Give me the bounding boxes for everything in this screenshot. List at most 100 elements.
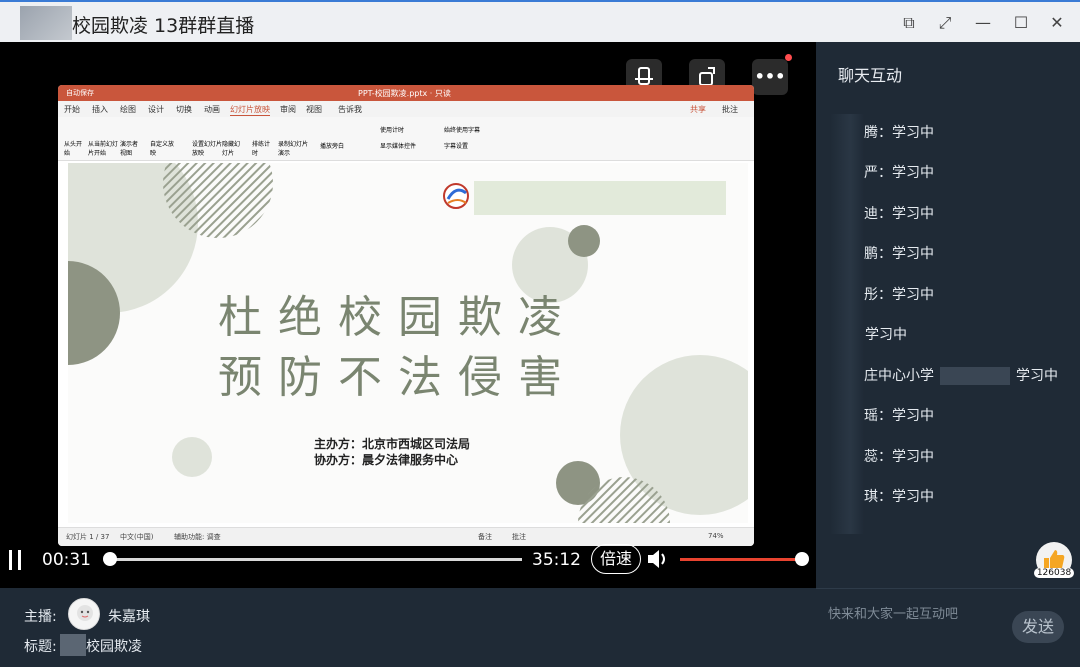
avatar[interactable] xyxy=(68,598,100,630)
status-access: 辅助功能: 调查 xyxy=(174,533,221,541)
chat-message: 学习中 xyxy=(865,327,907,343)
list-item: 腾：学习中 xyxy=(864,122,934,142)
pip-icon[interactable]: ⧉ xyxy=(898,12,920,34)
minimize-button[interactable]: — xyxy=(972,12,994,34)
ppt-tab: 设计 xyxy=(148,105,164,114)
volume-slider[interactable] xyxy=(680,558,802,561)
ppt-tab: 动画 xyxy=(204,105,220,114)
send-button[interactable]: 发送 xyxy=(1012,611,1064,643)
status-zoom: 74% xyxy=(708,532,724,540)
status-comments: 批注 xyxy=(512,533,526,541)
chat-message: ：学习中 xyxy=(878,246,934,262)
chat-list[interactable]: 腾：学习中 严：学习中 迪：学习中 鹏：学习中 彤：学习中 学习中 庄中心小学学… xyxy=(830,114,1074,534)
playback-controls: 00:31 35:12 倍速 xyxy=(0,542,816,576)
chat-message: ：学习中 xyxy=(878,449,934,465)
live-info: 主播: 朱嘉琪 标题: 校园欺凌 xyxy=(0,588,816,667)
ppt-tab: 插入 xyxy=(92,105,108,114)
pause-icon[interactable] xyxy=(8,550,22,570)
list-item: 瑶：学习中 xyxy=(864,405,934,425)
slide-title-line1: 杜绝校园欺凌 xyxy=(218,292,578,343)
ribbon-label: 设置幻灯片放映 xyxy=(192,141,223,157)
subject-text: 校园欺凌 xyxy=(86,639,142,655)
video-player[interactable]: ••• 自动保存 PPT-校园欺凌.pptx · 只读 开始 插入 绘图 设计 … xyxy=(0,42,816,588)
ppt-tabs: 开始 插入 绘图 设计 切换 动画 幻灯片放映 审阅 视图 告诉我 共享 批注 xyxy=(58,101,754,117)
ribbon-label: 排练计时 xyxy=(252,141,271,157)
status-notes: 备注 xyxy=(478,533,492,541)
ribbon-label: 从当前幻灯片开始 xyxy=(88,141,119,157)
list-item: 琪：学习中 xyxy=(864,486,934,506)
total-time: 35:12 xyxy=(532,550,581,570)
like-count: 126038 xyxy=(1034,568,1074,578)
blurred-text xyxy=(60,634,86,656)
chat-user: 迪 xyxy=(864,206,878,222)
ribbon-label: 自定义放映 xyxy=(150,141,175,157)
list-item: 严：学习中 xyxy=(864,162,934,182)
status-slide: 幻灯片 1 / 37 xyxy=(66,533,110,541)
ribbon-text: 播放旁白 xyxy=(320,143,345,150)
list-item: 蕊：学习中 xyxy=(864,446,934,466)
ppt-ribbon: 从头开始 从当前幻灯片开始 演示者视图 自定义放映 设置幻灯片放映 隐藏幻灯片 … xyxy=(58,117,754,161)
chat-message: ：学习中 xyxy=(878,408,934,424)
chat-title: 聊天互动 xyxy=(838,66,903,85)
more-icon[interactable]: ••• xyxy=(752,59,788,95)
chat-message: ：学习中 xyxy=(878,489,934,505)
close-button[interactable]: ✕ xyxy=(1046,12,1068,34)
slide-title-line2: 预防不法侵害 xyxy=(218,352,578,403)
list-item: 迪：学习中 xyxy=(864,203,934,223)
progress-track[interactable] xyxy=(104,558,522,561)
ribbon-text: 使用计时 xyxy=(380,127,405,134)
current-time: 00:31 xyxy=(42,550,91,570)
chat-user: 彤 xyxy=(864,287,878,303)
logo-icon xyxy=(443,183,469,209)
chat-user: 蕊 xyxy=(864,449,878,465)
shared-screen: 自动保存 PPT-校园欺凌.pptx · 只读 开始 插入 绘图 设计 切换 动… xyxy=(58,85,754,546)
chat-user: 琪 xyxy=(864,489,878,505)
speed-button[interactable]: 倍速 xyxy=(591,544,641,574)
ribbon-label: 演示者视图 xyxy=(120,141,139,157)
fullscreen-icon[interactable]: ⤢ xyxy=(934,12,956,34)
chat-message: ：学习中 xyxy=(878,165,934,181)
ribbon-text: 显示媒体控件 xyxy=(380,143,417,150)
maximize-button[interactable]: ☐ xyxy=(1010,12,1032,34)
ribbon-label: 录制幻灯片演示 xyxy=(278,141,309,157)
chat-input[interactable]: 快来和大家一起互动吧 xyxy=(828,603,958,622)
volume-icon[interactable] xyxy=(646,548,670,570)
chat-message: ：学习中 xyxy=(878,125,934,141)
ribbon-text: 字幕设置 xyxy=(444,143,469,150)
autosave-label: 自动保存 xyxy=(66,89,94,97)
ppt-tab: 告诉我 xyxy=(338,105,362,114)
chat-user: 鹏 xyxy=(864,246,878,262)
chat-panel: 聊天互动 腾：学习中 严：学习中 迪：学习中 鹏：学习中 彤：学习中 学习中 庄… xyxy=(816,42,1080,667)
slide-canvas: 杜绝校园欺凌 预防不法侵害 主办方：北京市西城区司法局 协办方：晨夕法律服务中心 xyxy=(68,163,748,523)
chat-user: 严 xyxy=(864,165,878,181)
ppt-tab: 绘图 xyxy=(120,105,136,114)
volume-knob[interactable] xyxy=(795,552,809,566)
anchor-name: 朱嘉琪 xyxy=(108,609,150,625)
ppt-tab: 视图 xyxy=(306,105,322,114)
blurred-names xyxy=(830,114,864,534)
ribbon-label: 从头开始 xyxy=(64,141,83,157)
list-item: 庄中心小学 学习中 xyxy=(864,365,1058,385)
ppt-comment: 批注 xyxy=(722,105,738,114)
chat-input-area: 快来和大家一起互动吧 发送 xyxy=(816,588,1080,667)
ppt-tab: 开始 xyxy=(64,105,80,114)
window-title: 校园欺凌 13群群直播 xyxy=(72,15,255,37)
anchor-label: 主播: xyxy=(24,609,57,625)
list-item: 学习中 xyxy=(865,324,907,344)
ribbon-text: 始终使用字幕 xyxy=(444,127,481,134)
slide-host: 主办方：北京市西城区司法局 xyxy=(314,437,471,451)
progress-knob[interactable] xyxy=(103,552,118,566)
title-bar: 校园欺凌 13群群直播 ⧉ ⤢ — ☐ ✕ xyxy=(0,0,1080,42)
ppt-title: PPT-校园欺凌.pptx · 只读 xyxy=(358,89,451,98)
ppt-tab-active: 幻灯片放映 xyxy=(230,105,270,116)
list-item: 彤：学习中 xyxy=(864,284,934,304)
ribbon-label: 隐藏幻灯片 xyxy=(222,141,241,157)
chat-message: ：学习中 xyxy=(878,287,934,303)
status-lang: 中文(中国) xyxy=(120,533,154,541)
blurred-banner xyxy=(474,181,726,215)
ppt-tab: 切换 xyxy=(176,105,192,114)
chat-user: 瑶 xyxy=(864,408,878,424)
subject-label: 标题: xyxy=(24,639,57,655)
chat-message: ：学习中 xyxy=(878,206,934,222)
ppt-tab: 审阅 xyxy=(280,105,296,114)
